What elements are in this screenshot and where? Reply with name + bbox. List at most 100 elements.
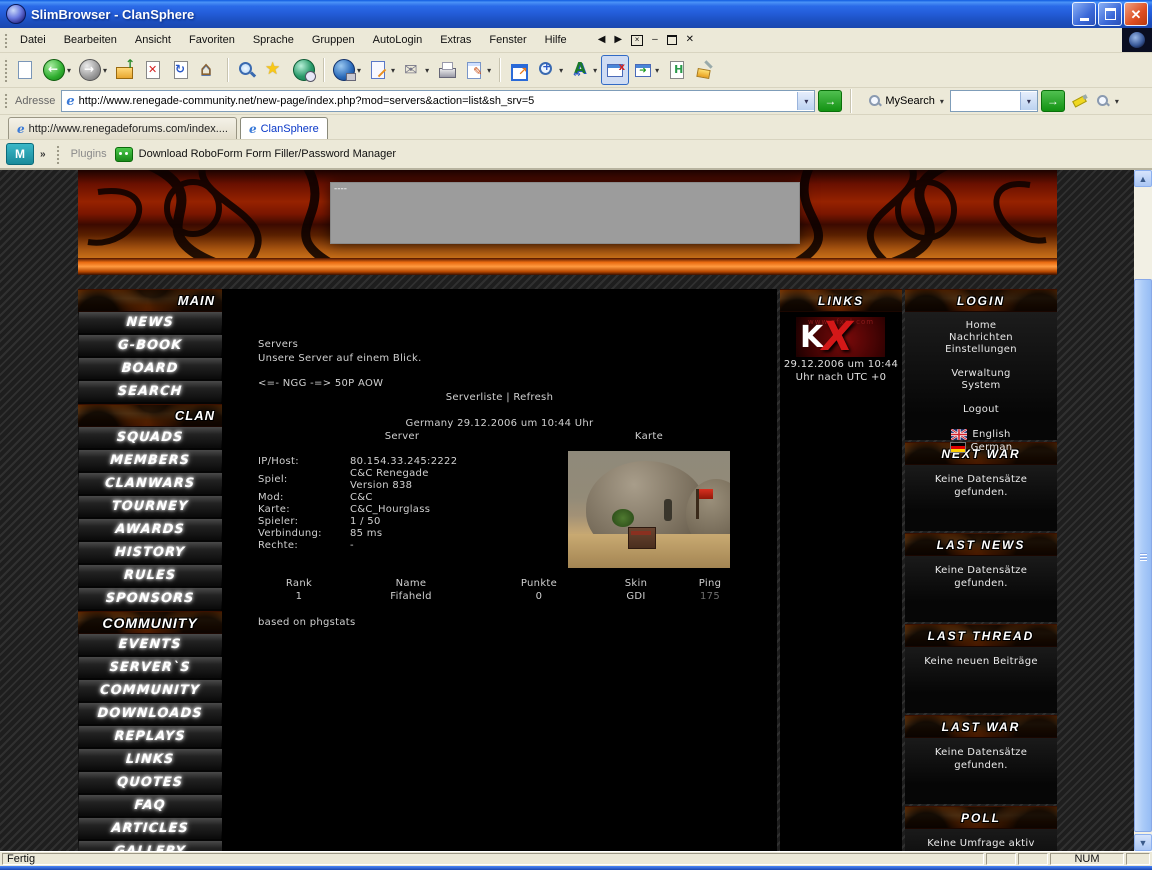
sidebar-item-rules[interactable]: RULES — [78, 565, 222, 588]
toolbar-grip[interactable] — [3, 58, 8, 82]
close-all-icon[interactable]: × — [631, 35, 643, 46]
sidebar-item-members[interactable]: MEMBERS — [78, 450, 222, 473]
roboform-link[interactable]: Download RoboForm Form Filler/Password M… — [139, 148, 396, 160]
sidebar-item-articles[interactable]: ARTICLES — [78, 818, 222, 841]
sidebar-item-search[interactable]: SEARCH — [78, 381, 222, 404]
mdi-close-icon[interactable]: ✕ — [686, 35, 694, 45]
zoom-button[interactable]: ▾ — [533, 55, 567, 85]
sidebar-item-events[interactable]: EVENTS — [78, 634, 222, 657]
menu-fenster[interactable]: Fenster — [480, 31, 535, 49]
scrollbar-thumb[interactable] — [1134, 279, 1152, 832]
mdi-restore-icon[interactable] — [667, 35, 677, 45]
server-name[interactable]: <=- NGG -=> 50P AOW — [258, 378, 383, 389]
compose-button[interactable]: ▾ — [461, 55, 495, 85]
sidebar-item-awards[interactable]: AWARDS — [78, 519, 222, 542]
history-button[interactable] — [289, 55, 319, 85]
search-dropdown-icon[interactable]: ▾ — [1020, 92, 1037, 110]
sidebar-item-news[interactable]: NEWS — [78, 312, 222, 335]
address-dropdown-icon[interactable]: ▾ — [797, 92, 814, 110]
sidebar-item-history[interactable]: HISTORY — [78, 542, 222, 565]
login-link-einstellungen[interactable]: Einstellungen — [905, 344, 1057, 355]
menu-hilfe[interactable]: Hilfe — [536, 31, 576, 49]
open-button[interactable] — [111, 55, 139, 85]
url-text[interactable]: http://www.renegade-community.net/new-pa… — [79, 95, 798, 107]
popup-allow-button[interactable]: ▾ — [629, 55, 663, 85]
sidebar-item-links[interactable]: LINKS — [78, 749, 222, 772]
form-filler-button[interactable]: ▾ — [365, 55, 399, 85]
tab-clansphere[interactable]: e ClanSphere — [240, 117, 328, 139]
tab-next-icon[interactable]: ▶ — [614, 35, 622, 45]
find-button[interactable]: ▾ — [1089, 86, 1126, 116]
sidebar-item-replays[interactable]: REPLAYS — [78, 726, 222, 749]
toolbar-grip[interactable] — [3, 92, 8, 110]
refresh-button[interactable] — [167, 55, 195, 85]
language-english[interactable]: English — [905, 429, 1057, 440]
login-link-verwaltung[interactable]: Verwaltung — [905, 368, 1057, 379]
mysearch-label[interactable]: MySearch — [885, 95, 935, 107]
menu-sprache[interactable]: Sprache — [244, 31, 303, 49]
sidebar-item-faq[interactable]: FAQ — [78, 795, 222, 818]
detail-label-players: Spieler: — [258, 516, 298, 527]
detail-value-game-version: Version 838 — [350, 480, 412, 491]
home-button[interactable] — [195, 55, 223, 85]
clean-button[interactable] — [691, 55, 719, 85]
sidebar-item-tourney[interactable]: TOURNEY — [78, 496, 222, 519]
scroll-up-icon[interactable]: ▲ — [1134, 170, 1152, 187]
popup-blocker-button[interactable] — [601, 55, 629, 85]
mysearch-menu[interactable]: MySearch ▾ — [868, 94, 944, 108]
menu-gruppen[interactable]: Gruppen — [303, 31, 364, 49]
toolbar-grip[interactable] — [55, 144, 60, 164]
text-size-button[interactable]: ▾ — [567, 55, 601, 85]
toolbar-grip[interactable] — [3, 32, 8, 49]
new-page-button[interactable] — [11, 55, 39, 85]
sidebar-item-quotes[interactable]: QUOTES — [78, 772, 222, 795]
login-link-nachrichten[interactable]: Nachrichten — [905, 332, 1057, 343]
plugin-m-icon[interactable]: M — [6, 143, 34, 165]
mail-button[interactable]: ▾ — [399, 55, 433, 85]
login-link-home[interactable]: Home — [905, 320, 1057, 331]
vertical-scrollbar[interactable]: ▲ ▼ — [1134, 170, 1152, 851]
scroll-down-icon[interactable]: ▼ — [1134, 834, 1152, 851]
favorites-button[interactable] — [261, 55, 289, 85]
serverlist-refresh-links[interactable]: Serverliste | Refresh — [222, 392, 777, 403]
sidebar-item-community[interactable]: COMMUNITY — [78, 680, 222, 703]
highlighter-icon[interactable] — [1071, 92, 1089, 110]
html-button[interactable] — [663, 55, 691, 85]
forward-button[interactable]: ▾ — [75, 55, 111, 85]
open-external-button[interactable] — [505, 55, 533, 85]
menu-bearbeiten[interactable]: Bearbeiten — [55, 31, 126, 49]
minimize-button[interactable] — [1072, 2, 1096, 26]
sidebar-item-board[interactable]: BOARD — [78, 358, 222, 381]
sidebar-item-servers[interactable]: SERVER`S — [78, 657, 222, 680]
overflow-chevron-icon[interactable]: » — [40, 149, 46, 160]
menu-ansicht[interactable]: Ansicht — [126, 31, 180, 49]
sidebar-item-gallery[interactable]: GALLERY — [78, 841, 222, 851]
back-button[interactable]: ▾ — [39, 55, 75, 85]
language-german[interactable]: German — [905, 442, 1057, 453]
sidebar-item-downloads[interactable]: DOWNLOADS — [78, 703, 222, 726]
affiliate-logo-banner[interactable]: www.gfxxl.com K X — [796, 317, 885, 357]
print-button[interactable] — [433, 55, 461, 85]
close-button[interactable]: ✕ — [1124, 2, 1148, 26]
login-link-system[interactable]: System — [905, 380, 1057, 391]
sidebar-item-sponsors[interactable]: SPONSORS — [78, 588, 222, 611]
search-go-button[interactable]: → — [1041, 90, 1065, 112]
menu-autologin[interactable]: AutoLogin — [364, 31, 432, 49]
menu-favoriten[interactable]: Favoriten — [180, 31, 244, 49]
mdi-minimize-icon[interactable]: – — [652, 35, 658, 45]
sidebar-item-squads[interactable]: SQUADS — [78, 427, 222, 450]
restore-button[interactable] — [1098, 2, 1122, 26]
search-input[interactable]: ▾ — [950, 90, 1038, 112]
stop-button[interactable] — [139, 55, 167, 85]
sidebar-item-gbook[interactable]: G-BOOK — [78, 335, 222, 358]
menu-datei[interactable]: Datei — [11, 31, 55, 49]
menu-extras[interactable]: Extras — [431, 31, 480, 49]
go-button[interactable]: → — [818, 90, 842, 112]
login-link-logout[interactable]: Logout — [905, 404, 1057, 415]
sidebar-item-clanwars[interactable]: CLANWARS — [78, 473, 222, 496]
tab-renegadeforums[interactable]: e http://www.renegadeforums.com/index...… — [8, 117, 237, 139]
address-input[interactable]: e http://www.renegade-community.net/new-… — [61, 90, 815, 112]
search-button[interactable] — [233, 55, 261, 85]
tab-prev-icon[interactable]: ◀ — [598, 35, 606, 45]
web-services-button[interactable]: ▾ — [329, 55, 365, 85]
